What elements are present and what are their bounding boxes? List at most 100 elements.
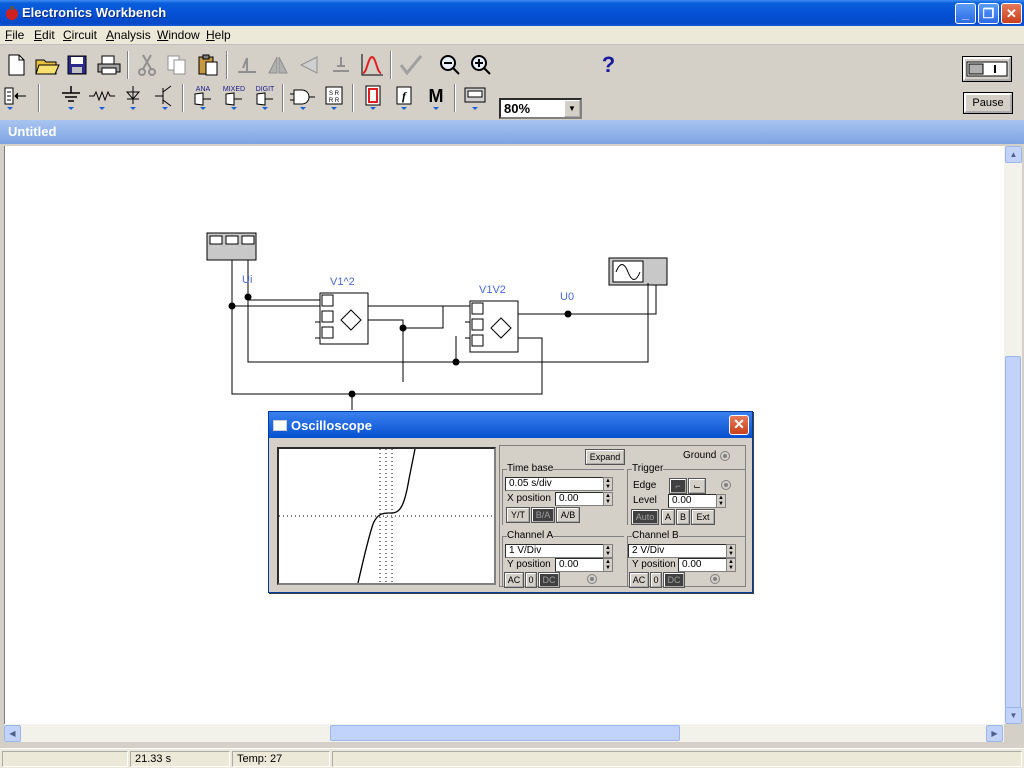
channel-a-zero-button[interactable]: 0 — [526, 573, 536, 587]
level-value: 0.00 — [672, 495, 692, 506]
instrument-icon — [464, 87, 485, 110]
menu-file[interactable]: File — [5, 28, 24, 42]
parts-bin-transistors-button[interactable] — [150, 83, 179, 112]
spinner-arrows-icon[interactable]: ▲ ▼ — [603, 558, 613, 572]
pause-button[interactable]: Pause — [964, 93, 1012, 113]
temperature: Temp: 27 — [232, 751, 330, 767]
rotate-button[interactable] — [232, 50, 261, 79]
parts-bin-digital-button[interactable]: DIGIT — [250, 83, 279, 112]
channel-a-scale-input[interactable]: 1 V/Div ▲ ▼ — [505, 544, 613, 558]
oscilloscope-close-button[interactable]: ✕ — [729, 415, 749, 435]
channel-a-ac-button[interactable]: AC — [505, 573, 523, 587]
cut-button[interactable] — [132, 50, 161, 79]
channel-b-terminal[interactable] — [710, 574, 720, 584]
menu-window[interactable]: Window — [157, 28, 200, 42]
parts-bin-logic-gates-button[interactable] — [288, 83, 317, 112]
scroll-down-icon[interactable]: ▼ — [1005, 707, 1022, 724]
new-button[interactable] — [1, 50, 30, 79]
mode-ba-button[interactable]: B/A — [532, 508, 554, 522]
parts-bin-digital-ics-button[interactable]: S RR R — [319, 83, 348, 112]
chevron-down-icon[interactable]: ▼ — [564, 100, 580, 117]
scroll-left-icon[interactable]: ◀ — [4, 725, 21, 742]
trigger-terminal[interactable] — [721, 480, 731, 490]
graph-icon — [361, 53, 383, 75]
spinner-arrows-icon[interactable]: ▲ ▼ — [726, 544, 736, 558]
zoom-out-button[interactable] — [435, 50, 464, 79]
oscilloscope-title-bar[interactable]: Oscilloscope ✕ — [269, 412, 752, 438]
zoom-select[interactable]: 80% ▼ — [499, 98, 582, 119]
mode-ab-button[interactable]: A/B — [557, 508, 579, 522]
printer-icon — [97, 55, 120, 74]
rotate-icon — [237, 57, 256, 73]
minimize-button[interactable]: _ — [955, 3, 976, 24]
spinner-arrows-icon[interactable]: ▲ ▼ — [603, 477, 613, 491]
spinner-arrows-icon[interactable]: ▲ ▼ — [716, 494, 726, 508]
parts-bin-mixed-button[interactable]: MIXED — [219, 83, 248, 112]
copy-button[interactable] — [162, 50, 191, 79]
scroll-up-icon[interactable]: ▲ — [1005, 146, 1022, 163]
spinner-arrows-icon[interactable]: ▲ ▼ — [603, 492, 613, 506]
parts-bin-sources-button[interactable] — [56, 83, 85, 112]
channel-b-zero-button[interactable]: 0 — [651, 573, 661, 587]
edge-falling-icon[interactable]: ⌙ — [689, 479, 705, 493]
parts-bin-analog-button[interactable]: ANA — [188, 83, 217, 112]
open-button[interactable] — [32, 50, 61, 79]
print-button[interactable] — [94, 50, 123, 79]
x-position-input[interactable]: 0.00 ▲ ▼ — [555, 492, 613, 506]
mode-yt-button[interactable]: Y/T — [507, 508, 529, 522]
parts-bin-basic-button[interactable] — [87, 83, 116, 112]
menu-analysis[interactable]: Analysis — [106, 28, 151, 42]
vertical-scroll-thumb[interactable] — [1005, 356, 1021, 709]
component-properties-button[interactable] — [326, 50, 355, 79]
menu-circuit[interactable]: Circuit — [63, 28, 97, 42]
floppy-icon — [67, 55, 86, 74]
graph-button[interactable] — [396, 50, 425, 79]
ground-terminal[interactable] — [720, 451, 730, 461]
svg-text:DIGIT: DIGIT — [255, 86, 274, 93]
edge-rising-icon[interactable]: ⌐ — [670, 479, 686, 493]
horizontal-scroll-thumb[interactable] — [330, 725, 680, 741]
app-window: Electronics Workbench _ ❐ ✕ File Edit Ci… — [0, 0, 1024, 768]
vertical-scrollbar[interactable]: ▲ ▼ — [1004, 146, 1022, 724]
parts-bin-favorites-button[interactable] — [1, 83, 30, 112]
flip-vertical-button[interactable] — [294, 50, 323, 79]
channel-b-scale-input[interactable]: 2 V/Div ▲ ▼ — [628, 544, 736, 558]
menu-edit[interactable]: Edit — [34, 28, 55, 42]
create-subcircuit-button[interactable] — [357, 50, 386, 79]
trigger-b-button[interactable]: B — [677, 510, 689, 524]
flip-vertical-icon — [299, 55, 317, 74]
channel-b-dc-button[interactable]: DC — [664, 573, 684, 587]
timebase-input[interactable]: 0.05 s/div ▲ ▼ — [505, 477, 613, 491]
scroll-right-icon[interactable]: ▶ — [986, 725, 1003, 742]
trigger-heading: Trigger — [632, 463, 664, 474]
help-button[interactable]: ? — [594, 50, 623, 79]
channel-b-ac-button[interactable]: AC — [630, 573, 648, 587]
channel-a-dc-button[interactable]: DC — [539, 573, 559, 587]
paste-button[interactable] — [193, 50, 222, 79]
power-switch[interactable] — [963, 57, 1011, 81]
restore-button[interactable]: ❐ — [978, 3, 999, 24]
misc-m-icon: M — [428, 86, 443, 110]
parts-bin-controls-button[interactable]: f — [389, 83, 418, 112]
svg-text:S R: S R — [328, 91, 339, 97]
horizontal-scrollbar[interactable]: ◀ ▶ — [4, 724, 1004, 742]
close-button[interactable]: ✕ — [1001, 3, 1022, 24]
channel-b-ypos-input[interactable]: 0.00 ▲ ▼ — [678, 558, 736, 572]
spinner-arrows-icon[interactable]: ▲ ▼ — [726, 558, 736, 572]
zoom-in-button[interactable] — [466, 50, 495, 79]
parts-bin-instruments-button[interactable] — [460, 83, 489, 112]
parts-bin-indicators-button[interactable] — [358, 83, 387, 112]
trigger-ext-button[interactable]: Ext — [692, 510, 714, 524]
parts-bin-miscellaneous-button[interactable]: M — [421, 83, 450, 112]
channel-a-ypos-input[interactable]: 0.00 ▲ ▼ — [555, 558, 613, 572]
channel-a-terminal[interactable] — [587, 574, 597, 584]
level-input[interactable]: 0.00 ▲ ▼ — [668, 494, 726, 508]
trigger-auto-button[interactable]: Auto — [632, 510, 658, 524]
parts-bin-diodes-button[interactable] — [118, 83, 147, 112]
spinner-arrows-icon[interactable]: ▲ ▼ — [603, 544, 613, 558]
menu-help[interactable]: Help — [206, 28, 231, 42]
expand-button[interactable]: Expand — [586, 450, 624, 464]
save-button[interactable] — [62, 50, 91, 79]
trigger-a-button[interactable]: A — [662, 510, 674, 524]
flip-horizontal-button[interactable] — [263, 50, 292, 79]
